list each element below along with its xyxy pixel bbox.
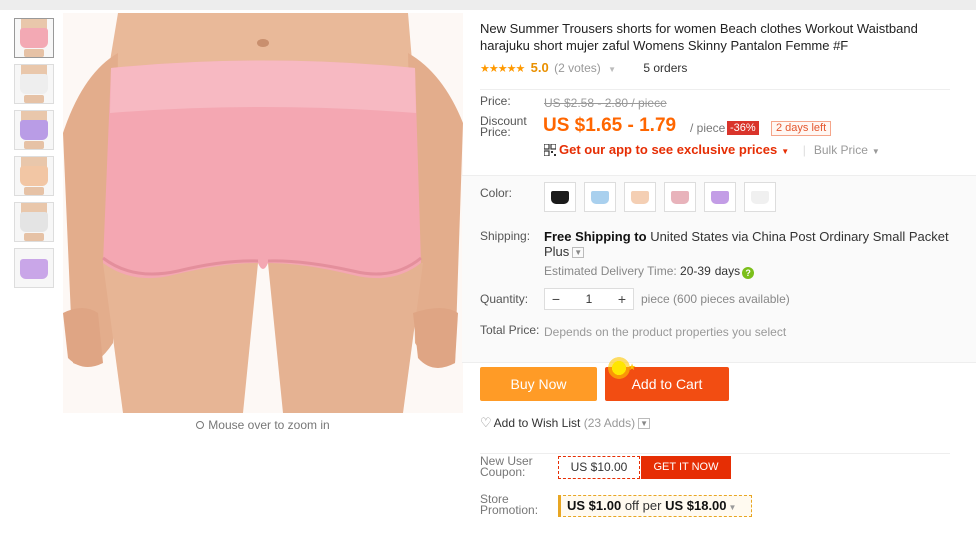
app-exclusive-link[interactable]: Get our app to see exclusive prices <box>559 142 777 157</box>
thumbnail-4[interactable] <box>14 156 54 196</box>
color-label: Color: <box>480 186 513 200</box>
zoom-hint: Mouse over to zoom in <box>63 418 463 432</box>
thumbnail-strip <box>14 18 58 294</box>
color-swatch-black[interactable] <box>544 182 576 212</box>
store-promotion[interactable]: US $1.00 off per US $18.00 ▼ <box>558 495 752 517</box>
quantity-label: Quantity: <box>480 292 529 306</box>
color-swatch-purple[interactable] <box>704 182 736 212</box>
color-swatch-blue[interactable] <box>584 182 616 212</box>
divider <box>480 453 950 454</box>
divider <box>480 89 950 90</box>
get-it-now-button[interactable]: GET IT NOW <box>641 456 731 479</box>
thumbnail-6[interactable] <box>14 248 54 288</box>
chevron-down-icon[interactable]: ▼ <box>572 247 585 258</box>
buy-now-button[interactable]: Buy Now <box>480 367 597 401</box>
main-product-image[interactable] <box>63 13 463 413</box>
shipping-info[interactable]: Free Shipping to United States via China… <box>544 229 954 259</box>
thumbnail-1[interactable] <box>14 18 54 58</box>
quantity-availability: piece (600 pieces available) <box>641 292 790 306</box>
thumbnail-5[interactable] <box>14 202 54 242</box>
discount-price-label: Discount Price: <box>480 114 527 139</box>
price-label: Price: <box>480 94 511 108</box>
help-icon[interactable]: ? <box>742 267 755 279</box>
store-promotion-label: Store Promotion: <box>480 492 539 517</box>
coupon-value: US $10.00 <box>558 456 640 479</box>
color-swatch-beige[interactable] <box>624 182 656 212</box>
quantity-decrease-button[interactable]: − <box>545 289 567 309</box>
heart-icon: ♡ <box>480 415 492 430</box>
star-rating-icon: ★★★★★ <box>480 63 525 75</box>
thumbnail-3[interactable] <box>14 110 54 150</box>
chevron-down-icon[interactable]: ▼ <box>729 503 737 512</box>
color-swatch-pink[interactable] <box>664 182 696 212</box>
chevron-down-icon[interactable]: ▼ <box>608 65 616 74</box>
discount-price: US $1.65 - 1.79 <box>543 115 677 136</box>
wish-list-link[interactable]: ♡ Add to Wish List (23 Adds) ▼ <box>480 415 650 431</box>
discount-badge: -36% <box>727 121 759 135</box>
magnifier-icon <box>196 421 205 429</box>
qr-code-icon <box>544 144 556 156</box>
cursor-highlight-icon <box>608 357 630 379</box>
product-info: New Summer Trousers shorts for women Bea… <box>480 20 960 78</box>
product-photo <box>63 13 463 413</box>
chevron-down-icon[interactable]: ▼ <box>781 147 789 156</box>
total-price-label: Total Price: <box>480 323 540 337</box>
color-swatches <box>544 182 784 212</box>
sparkle-icon: ★ <box>628 362 637 372</box>
votes-link[interactable]: (2 votes) <box>554 61 601 75</box>
quantity-stepper: − 1 + <box>544 288 634 310</box>
new-user-coupon-label: New User Coupon: <box>480 454 533 479</box>
color-swatch-white[interactable] <box>744 182 776 212</box>
bulk-price-link[interactable]: | Bulk Price ▼ <box>803 143 880 157</box>
orders-count: 5 orders <box>643 61 688 75</box>
thumbnail-2[interactable] <box>14 64 54 104</box>
app-promo-row: Get our app to see exclusive prices ▼ | Bu… <box>544 142 880 157</box>
rating-row: ★★★★★ 5.0 (2 votes) ▼ 5 orders <box>480 58 960 78</box>
days-left-badge: 2 days left <box>771 121 832 136</box>
shipping-label: Shipping: <box>480 229 531 243</box>
original-price: US $2.58 - 2.80 / piece <box>544 96 667 110</box>
per-piece-unit: / piece <box>690 121 726 135</box>
product-title: New Summer Trousers shorts for women Bea… <box>480 21 918 53</box>
quantity-input[interactable]: 1 <box>567 289 611 309</box>
rating-score: 5.0 <box>530 60 549 75</box>
quantity-increase-button[interactable]: + <box>611 289 633 309</box>
total-price-note: Depends on the product properties you se… <box>544 325 787 339</box>
estimated-delivery: Estimated Delivery Time: 20-39 days? <box>544 264 755 279</box>
chevron-down-icon[interactable]: ▼ <box>638 418 650 429</box>
